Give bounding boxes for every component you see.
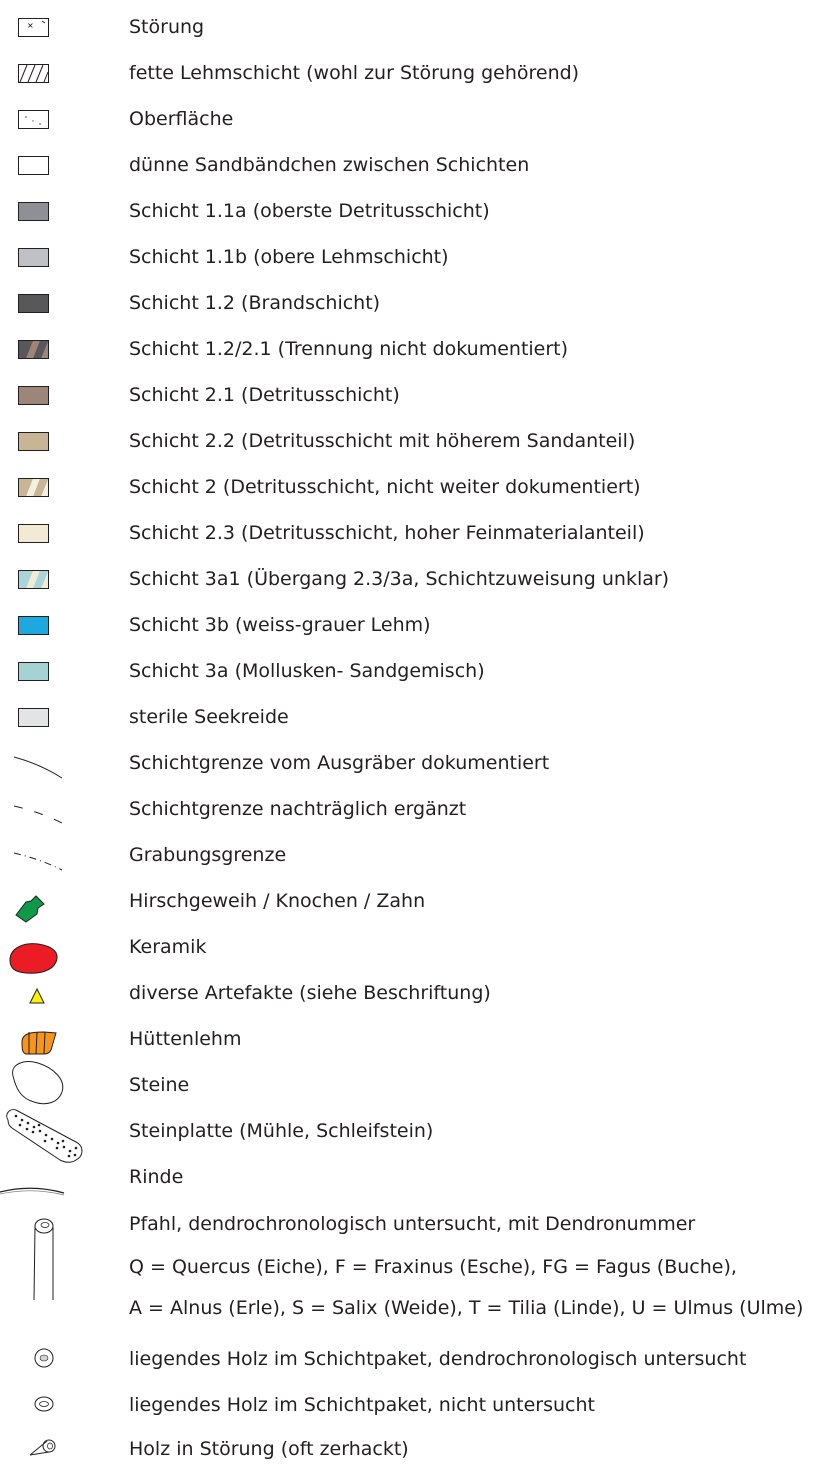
bone-icon — [0, 878, 110, 924]
wood-dot-icon — [0, 1336, 110, 1382]
swatch-icon — [0, 188, 110, 234]
legend-label: Schicht 3a1 (Übergang 2.3/3a, Schichtzuw… — [129, 568, 670, 590]
dash-dot-line-icon — [0, 832, 110, 878]
legend-item-s12: Schicht 1.2 (Brandschicht) — [0, 280, 834, 326]
legend-label: Schicht 2.1 (Detritusschicht) — [129, 384, 400, 406]
legend-item-rinde: Rinde — [0, 1154, 834, 1200]
legend-item-s3b: Schicht 3b (weiss-grauer Lehm) — [0, 602, 834, 648]
swatch-icon — [0, 418, 110, 464]
hatched-square-icon — [0, 50, 110, 96]
legend-item-s3a: Schicht 3a (Mollusken- Sandgemisch) — [0, 648, 834, 694]
legend-label: Rinde — [129, 1166, 184, 1188]
swatch-icon — [0, 648, 110, 694]
pfahl-line-3: A = Alnus (Erle), S = Salix (Weide), T =… — [129, 1297, 804, 1319]
empty-square-icon — [0, 142, 110, 188]
legend-label: Schicht 3a (Mollusken- Sandgemisch) — [129, 660, 485, 682]
wood-cut-icon — [0, 1426, 110, 1472]
triangle-icon — [0, 970, 110, 1016]
legend-item-s11a: Schicht 1.1a (oberste Detritusschicht) — [0, 188, 834, 234]
wood-ring-icon — [0, 1382, 110, 1428]
swatch-icon — [0, 280, 110, 326]
pfahl-line-1: Pfahl, dendrochronologisch untersucht, m… — [129, 1213, 696, 1235]
legend-item-pfahl: Pfahl, dendrochronologisch untersucht, m… — [0, 1200, 834, 1320]
legend-label: fette Lehmschicht (wohl zur Störung gehö… — [129, 62, 580, 84]
swatch-icon — [0, 510, 110, 556]
legend-item-keramik: Keramik — [0, 924, 834, 974]
legend-item-holz-stoerung: Holz in Störung (oft zerhackt) — [0, 1426, 834, 1472]
legend-item-grenze-ergaenzt: Schichtgrenze nachträglich ergänzt — [0, 786, 834, 832]
legend-item-holz-untersucht: liegendes Holz im Schichtpaket, dendroch… — [0, 1336, 834, 1382]
legend-label: Hirschgeweih / Knochen / Zahn — [129, 890, 426, 912]
legend-label: Schicht 2.3 (Detritusschicht, hoher Fein… — [129, 522, 645, 544]
legend-item-grenze-dok: Schichtgrenze vom Ausgräber dokumentiert — [0, 740, 834, 786]
legend-item-s3a1: Schicht 3a1 (Übergang 2.3/3a, Schichtzuw… — [0, 556, 834, 602]
swatch-icon — [0, 694, 110, 740]
legend-label: sterile Seekreide — [129, 706, 289, 728]
legend-label: Schicht 2 (Detritusschicht, nicht weiter… — [129, 476, 641, 498]
stone-slab-icon — [0, 1108, 110, 1163]
legend-label: Holz in Störung (oft zerhackt) — [129, 1438, 409, 1460]
legend-item-artefakte: diverse Artefakte (siehe Beschriftung) — [0, 970, 834, 1016]
legend-item-fette-lehm: fette Lehmschicht (wohl zur Störung gehö… — [0, 50, 834, 96]
dotted-square-icon — [0, 96, 110, 142]
legend-label: Schicht 2.2 (Detritusschicht mit höherem… — [129, 430, 636, 452]
stoerung-symbol-icon: × — [0, 4, 110, 50]
ceramic-icon — [0, 924, 110, 974]
legend-item-s22: Schicht 2.2 (Detritusschicht mit höherem… — [0, 418, 834, 464]
legend-item-steine: Steine — [0, 1061, 834, 1108]
legend-label: Störung — [129, 16, 205, 38]
dashed-line-icon — [0, 786, 110, 832]
legend-item-huettenlehm: Hüttenlehm — [0, 1016, 834, 1062]
legend-label: Schicht 1.2 (Brandschicht) — [129, 292, 381, 314]
legend-label: Schicht 3b (weiss-grauer Lehm) — [129, 614, 431, 636]
legend-label: Schichtgrenze nachträglich ergänzt — [129, 798, 467, 820]
legend-item-s11b: Schicht 1.1b (obere Lehmschicht) — [0, 234, 834, 280]
legend-label: Schicht 1.2/2.1 (Trennung nicht dokument… — [129, 338, 569, 360]
legend-item-s12-21: Schicht 1.2/2.1 (Trennung nicht dokument… — [0, 326, 834, 372]
legend-label: liegendes Holz im Schichtpaket, nicht un… — [129, 1394, 595, 1416]
legend-item-hirschgeweih: Hirschgeweih / Knochen / Zahn — [0, 878, 834, 924]
legend-item-s21: Schicht 2.1 (Detritusschicht) — [0, 372, 834, 418]
legend-label: Oberfläche — [129, 108, 234, 130]
bark-icon — [0, 1154, 110, 1200]
legend-label: Steine — [129, 1074, 190, 1096]
legend-label: Steinplatte (Mühle, Schleifstein) — [129, 1120, 434, 1142]
legend-label: diverse Artefakte (siehe Beschriftung) — [129, 982, 491, 1004]
legend-item-oberflaeche: Oberfläche — [0, 96, 834, 142]
legend-label: Schichtgrenze vom Ausgräber dokumentiert — [129, 752, 550, 774]
swatch-icon — [0, 372, 110, 418]
legend-label: Grabungsgrenze — [129, 844, 287, 866]
legend-item-grabungsgrenze: Grabungsgrenze — [0, 832, 834, 878]
legend-label: Hüttenlehm — [129, 1028, 242, 1050]
pfahl-line-2: Q = Quercus (Eiche), F = Fraxinus (Esche… — [129, 1256, 737, 1278]
legend-label: liegendes Holz im Schichtpaket, dendroch… — [129, 1348, 747, 1370]
legend-item-stoerung: × Störung — [0, 4, 834, 50]
striped-swatch-icon — [0, 326, 110, 372]
legend-label: Schicht 1.1a (oberste Detritusschicht) — [129, 200, 490, 222]
swatch-icon — [0, 234, 110, 280]
striped-swatch-icon — [0, 464, 110, 510]
legend-item-steinplatte: Steinplatte (Mühle, Schleifstein) — [0, 1108, 834, 1163]
legend-label: Schicht 1.1b (obere Lehmschicht) — [129, 246, 449, 268]
legend-item-seekreide: sterile Seekreide — [0, 694, 834, 740]
striped-swatch-icon — [0, 556, 110, 602]
swatch-icon — [0, 602, 110, 648]
legend-label: Keramik — [129, 936, 207, 958]
legend-item-s23: Schicht 2.3 (Detritusschicht, hoher Fein… — [0, 510, 834, 556]
legend-item-sandbaendchen: dünne Sandbändchen zwischen Schichten — [0, 142, 834, 188]
solid-line-icon — [0, 740, 110, 786]
legend-item-s2: Schicht 2 (Detritusschicht, nicht weiter… — [0, 464, 834, 510]
svg-text:×: × — [27, 21, 34, 30]
legend-item-holz-nicht: liegendes Holz im Schichtpaket, nicht un… — [0, 1382, 834, 1428]
legend-label: dünne Sandbändchen zwischen Schichten — [129, 154, 530, 176]
post-icon — [0, 1200, 110, 1320]
